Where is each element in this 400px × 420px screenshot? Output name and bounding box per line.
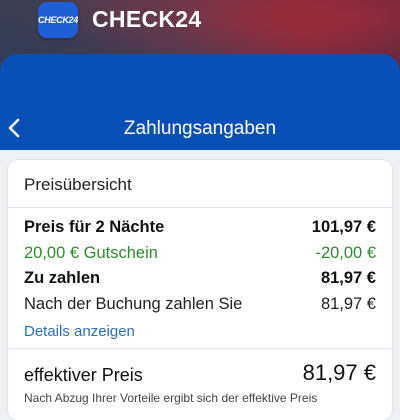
app-name: CHECK24 (92, 6, 202, 32)
divider (8, 348, 392, 349)
row-label: 20,00 € Gutschein (24, 244, 158, 262)
row-value: 101,97 € (311, 218, 376, 236)
row-value: 81,97 € (320, 295, 376, 313)
row-label: Nach der Buchung zahlen Sie (24, 295, 243, 313)
effective-price-value: 81,97 € (302, 360, 376, 385)
check24-app-icon[interactable]: CHECK24 (38, 2, 78, 38)
row-label: Preis für 2 Nächte (24, 218, 165, 236)
page-title: Zahlungsangaben (123, 118, 277, 139)
divider (8, 207, 392, 208)
details-link[interactable]: Details anzeigen (24, 323, 135, 340)
price-overview-title: Preisübersicht (24, 175, 132, 194)
effective-price-label: effektiver Preis (24, 365, 143, 385)
row-value: -20,00 € (315, 244, 376, 262)
row-label: Zu zahlen (24, 269, 101, 287)
price-overview-card: Preisübersicht Preis für 2 Nächte 101,97… (8, 160, 392, 420)
row-value: 81,97 € (320, 269, 376, 287)
effective-price-note: Nach Abzug Ihrer Vorteile ergibt sich de… (24, 391, 318, 405)
app-icon-text: CHECK24 (38, 15, 78, 25)
content-area: Preisübersicht Preis für 2 Nächte 101,97… (0, 150, 400, 420)
